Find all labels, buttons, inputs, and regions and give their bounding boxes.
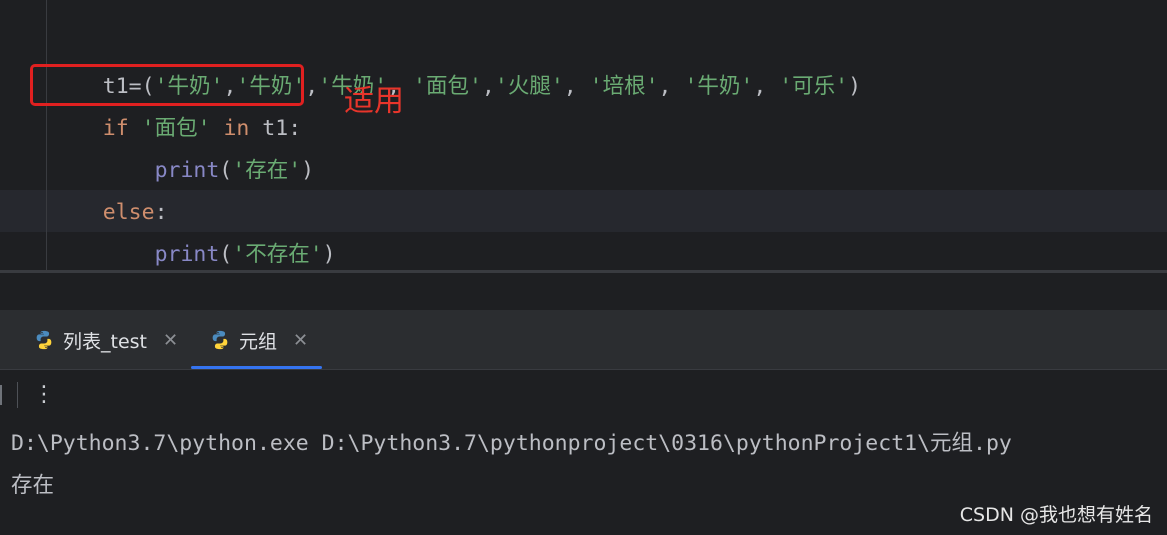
token-punct: ): [848, 74, 862, 99]
token-string: '牛奶': [684, 74, 754, 99]
console-output-line: 存在: [11, 473, 55, 498]
console-command-line: D:\Python3.7\python.exe D:\Python3.7\pyt…: [11, 431, 1012, 456]
token-string: '存在': [232, 158, 302, 183]
token-string: '不存在': [232, 242, 323, 267]
tab-tuple[interactable]: 元组 ✕: [209, 310, 308, 370]
red-highlight-box: [30, 64, 304, 106]
token-punct: ,: [481, 74, 495, 99]
annotation-label: 适用: [344, 84, 404, 119]
console-toolbar: ⋮: [0, 370, 1167, 422]
token-punct: ,: [563, 74, 590, 99]
code-editor[interactable]: t1=('牛奶','牛奶','牛奶', '面包','火腿', '培根', '牛奶…: [0, 0, 1167, 272]
tab-label: 列表_test: [63, 330, 147, 353]
close-icon[interactable]: ✕: [163, 330, 178, 351]
python-icon: [36, 330, 52, 350]
panel-gap: [0, 273, 1167, 310]
more-options-icon[interactable]: ⋮: [33, 380, 55, 410]
editor-gutter-divider: [46, 0, 47, 272]
code-line-4[interactable]: else:: [51, 150, 168, 225]
tab-label: 元组: [239, 330, 278, 353]
toolbar-edge: [0, 385, 2, 405]
token-punct: (: [219, 158, 233, 183]
token-string: '火腿': [494, 74, 564, 99]
token-string: '可乐': [779, 74, 849, 99]
token-punct: ): [301, 158, 315, 183]
tab-list-test[interactable]: 列表_test ✕: [33, 310, 178, 370]
code-line-1[interactable]: t1=('牛奶','牛奶','牛奶', '面包','火腿', '培根', '牛奶…: [51, 24, 861, 99]
watermark: CSDN @我也想有姓名: [959, 504, 1153, 526]
run-tab-bar: 列表_test ✕ 元组 ✕: [0, 310, 1167, 370]
code-line-3[interactable]: print('存在'): [51, 108, 315, 183]
token-punct: ,: [305, 74, 319, 99]
token-punct: ,: [753, 74, 780, 99]
close-icon[interactable]: ✕: [293, 330, 308, 351]
token-punct: ,: [658, 74, 685, 99]
code-line-5[interactable]: print('不存在'): [51, 192, 336, 267]
token-builtin-print: print: [154, 242, 220, 267]
token-punct: ): [322, 242, 336, 267]
python-icon: [212, 330, 228, 350]
toolbar-divider: [17, 382, 18, 408]
token-punct: (: [219, 242, 233, 267]
token-string: '面包': [413, 74, 482, 99]
token-string: '培根': [589, 74, 659, 99]
active-tab-indicator: [191, 366, 322, 369]
